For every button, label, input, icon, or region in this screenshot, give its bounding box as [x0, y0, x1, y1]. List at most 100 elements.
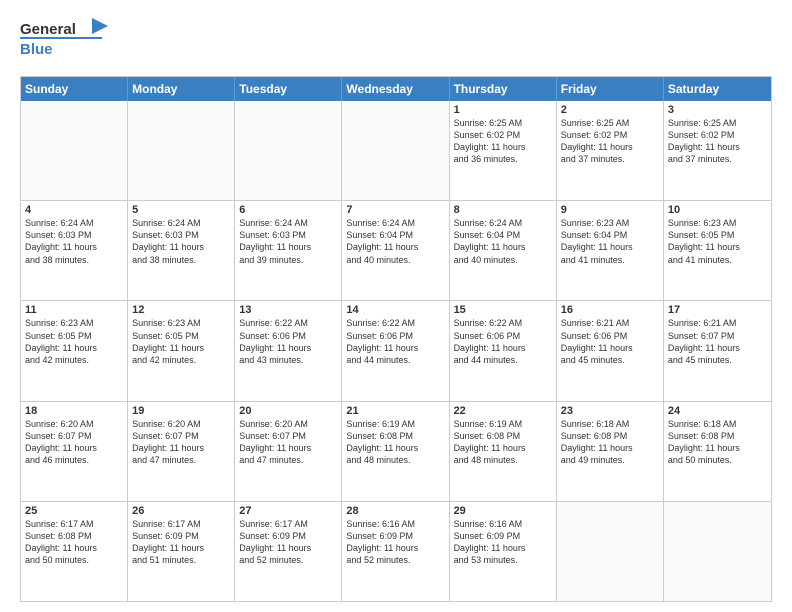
- day-detail: Sunrise: 6:20 AM Sunset: 6:07 PM Dayligh…: [25, 418, 123, 467]
- day-cell-8: 8Sunrise: 6:24 AM Sunset: 6:04 PM Daylig…: [450, 201, 557, 300]
- day-cell-17: 17Sunrise: 6:21 AM Sunset: 6:07 PM Dayli…: [664, 301, 771, 400]
- day-number: 14: [346, 304, 444, 316]
- week-row-1: 1Sunrise: 6:25 AM Sunset: 6:02 PM Daylig…: [21, 101, 771, 201]
- day-cell-27: 27Sunrise: 6:17 AM Sunset: 6:09 PM Dayli…: [235, 502, 342, 601]
- day-detail: Sunrise: 6:22 AM Sunset: 6:06 PM Dayligh…: [239, 317, 337, 366]
- day-detail: Sunrise: 6:23 AM Sunset: 6:05 PM Dayligh…: [668, 217, 767, 266]
- day-cell-5: 5Sunrise: 6:24 AM Sunset: 6:03 PM Daylig…: [128, 201, 235, 300]
- day-header-thursday: Thursday: [450, 77, 557, 101]
- day-detail: Sunrise: 6:17 AM Sunset: 6:08 PM Dayligh…: [25, 518, 123, 567]
- day-number: 13: [239, 304, 337, 316]
- day-cell-21: 21Sunrise: 6:19 AM Sunset: 6:08 PM Dayli…: [342, 402, 449, 501]
- day-cell-6: 6Sunrise: 6:24 AM Sunset: 6:03 PM Daylig…: [235, 201, 342, 300]
- day-number: 22: [454, 405, 552, 417]
- day-detail: Sunrise: 6:18 AM Sunset: 6:08 PM Dayligh…: [561, 418, 659, 467]
- day-header-tuesday: Tuesday: [235, 77, 342, 101]
- day-detail: Sunrise: 6:21 AM Sunset: 6:06 PM Dayligh…: [561, 317, 659, 366]
- week-row-3: 11Sunrise: 6:23 AM Sunset: 6:05 PM Dayli…: [21, 301, 771, 401]
- day-detail: Sunrise: 6:24 AM Sunset: 6:04 PM Dayligh…: [346, 217, 444, 266]
- day-detail: Sunrise: 6:24 AM Sunset: 6:04 PM Dayligh…: [454, 217, 552, 266]
- day-detail: Sunrise: 6:16 AM Sunset: 6:09 PM Dayligh…: [346, 518, 444, 567]
- day-number: 26: [132, 505, 230, 517]
- day-cell-28: 28Sunrise: 6:16 AM Sunset: 6:09 PM Dayli…: [342, 502, 449, 601]
- day-detail: Sunrise: 6:24 AM Sunset: 6:03 PM Dayligh…: [132, 217, 230, 266]
- day-cell-7: 7Sunrise: 6:24 AM Sunset: 6:04 PM Daylig…: [342, 201, 449, 300]
- day-cell-empty: [235, 101, 342, 200]
- day-number: 11: [25, 304, 123, 316]
- day-cell-empty: [21, 101, 128, 200]
- day-header-friday: Friday: [557, 77, 664, 101]
- day-number: 17: [668, 304, 767, 316]
- day-cell-22: 22Sunrise: 6:19 AM Sunset: 6:08 PM Dayli…: [450, 402, 557, 501]
- day-cell-18: 18Sunrise: 6:20 AM Sunset: 6:07 PM Dayli…: [21, 402, 128, 501]
- day-number: 21: [346, 405, 444, 417]
- day-number: 29: [454, 505, 552, 517]
- day-detail: Sunrise: 6:24 AM Sunset: 6:03 PM Dayligh…: [239, 217, 337, 266]
- day-cell-20: 20Sunrise: 6:20 AM Sunset: 6:07 PM Dayli…: [235, 402, 342, 501]
- day-detail: Sunrise: 6:22 AM Sunset: 6:06 PM Dayligh…: [346, 317, 444, 366]
- day-number: 16: [561, 304, 659, 316]
- svg-text:General: General: [20, 21, 76, 38]
- day-detail: Sunrise: 6:17 AM Sunset: 6:09 PM Dayligh…: [132, 518, 230, 567]
- day-detail: Sunrise: 6:23 AM Sunset: 6:05 PM Dayligh…: [132, 317, 230, 366]
- day-number: 15: [454, 304, 552, 316]
- week-row-4: 18Sunrise: 6:20 AM Sunset: 6:07 PM Dayli…: [21, 402, 771, 502]
- day-detail: Sunrise: 6:19 AM Sunset: 6:08 PM Dayligh…: [346, 418, 444, 467]
- week-row-5: 25Sunrise: 6:17 AM Sunset: 6:08 PM Dayli…: [21, 502, 771, 601]
- day-cell-29: 29Sunrise: 6:16 AM Sunset: 6:09 PM Dayli…: [450, 502, 557, 601]
- calendar: SundayMondayTuesdayWednesdayThursdayFrid…: [20, 76, 772, 602]
- day-detail: Sunrise: 6:20 AM Sunset: 6:07 PM Dayligh…: [239, 418, 337, 467]
- day-cell-14: 14Sunrise: 6:22 AM Sunset: 6:06 PM Dayli…: [342, 301, 449, 400]
- day-number: 12: [132, 304, 230, 316]
- day-number: 4: [25, 204, 123, 216]
- logo-svg: General Blue: [20, 16, 110, 68]
- day-header-saturday: Saturday: [664, 77, 771, 101]
- page: General Blue SundayMondayTuesdayWednesda…: [0, 0, 792, 612]
- day-cell-empty: [664, 502, 771, 601]
- day-detail: Sunrise: 6:23 AM Sunset: 6:04 PM Dayligh…: [561, 217, 659, 266]
- day-number: 25: [25, 505, 123, 517]
- day-detail: Sunrise: 6:22 AM Sunset: 6:06 PM Dayligh…: [454, 317, 552, 366]
- day-header-wednesday: Wednesday: [342, 77, 449, 101]
- week-row-2: 4Sunrise: 6:24 AM Sunset: 6:03 PM Daylig…: [21, 201, 771, 301]
- day-cell-empty: [557, 502, 664, 601]
- day-detail: Sunrise: 6:20 AM Sunset: 6:07 PM Dayligh…: [132, 418, 230, 467]
- day-cell-24: 24Sunrise: 6:18 AM Sunset: 6:08 PM Dayli…: [664, 402, 771, 501]
- day-cell-4: 4Sunrise: 6:24 AM Sunset: 6:03 PM Daylig…: [21, 201, 128, 300]
- day-cell-16: 16Sunrise: 6:21 AM Sunset: 6:06 PM Dayli…: [557, 301, 664, 400]
- day-number: 27: [239, 505, 337, 517]
- day-number: 19: [132, 405, 230, 417]
- day-cell-25: 25Sunrise: 6:17 AM Sunset: 6:08 PM Dayli…: [21, 502, 128, 601]
- logo: General Blue: [20, 16, 110, 68]
- calendar-body: 1Sunrise: 6:25 AM Sunset: 6:02 PM Daylig…: [21, 101, 771, 601]
- day-number: 24: [668, 405, 767, 417]
- calendar-header: SundayMondayTuesdayWednesdayThursdayFrid…: [21, 77, 771, 101]
- day-cell-empty: [342, 101, 449, 200]
- day-number: 3: [668, 104, 767, 116]
- day-cell-26: 26Sunrise: 6:17 AM Sunset: 6:09 PM Dayli…: [128, 502, 235, 601]
- day-number: 2: [561, 104, 659, 116]
- day-number: 7: [346, 204, 444, 216]
- day-cell-12: 12Sunrise: 6:23 AM Sunset: 6:05 PM Dayli…: [128, 301, 235, 400]
- day-cell-empty: [128, 101, 235, 200]
- day-detail: Sunrise: 6:17 AM Sunset: 6:09 PM Dayligh…: [239, 518, 337, 567]
- day-cell-19: 19Sunrise: 6:20 AM Sunset: 6:07 PM Dayli…: [128, 402, 235, 501]
- day-number: 6: [239, 204, 337, 216]
- day-detail: Sunrise: 6:18 AM Sunset: 6:08 PM Dayligh…: [668, 418, 767, 467]
- day-number: 10: [668, 204, 767, 216]
- day-number: 18: [25, 405, 123, 417]
- day-detail: Sunrise: 6:25 AM Sunset: 6:02 PM Dayligh…: [561, 117, 659, 166]
- day-cell-15: 15Sunrise: 6:22 AM Sunset: 6:06 PM Dayli…: [450, 301, 557, 400]
- day-number: 20: [239, 405, 337, 417]
- day-number: 5: [132, 204, 230, 216]
- day-detail: Sunrise: 6:24 AM Sunset: 6:03 PM Dayligh…: [25, 217, 123, 266]
- day-detail: Sunrise: 6:25 AM Sunset: 6:02 PM Dayligh…: [454, 117, 552, 166]
- day-detail: Sunrise: 6:23 AM Sunset: 6:05 PM Dayligh…: [25, 317, 123, 366]
- day-number: 23: [561, 405, 659, 417]
- day-cell-23: 23Sunrise: 6:18 AM Sunset: 6:08 PM Dayli…: [557, 402, 664, 501]
- day-header-monday: Monday: [128, 77, 235, 101]
- day-cell-10: 10Sunrise: 6:23 AM Sunset: 6:05 PM Dayli…: [664, 201, 771, 300]
- day-detail: Sunrise: 6:19 AM Sunset: 6:08 PM Dayligh…: [454, 418, 552, 467]
- day-number: 1: [454, 104, 552, 116]
- day-cell-3: 3Sunrise: 6:25 AM Sunset: 6:02 PM Daylig…: [664, 101, 771, 200]
